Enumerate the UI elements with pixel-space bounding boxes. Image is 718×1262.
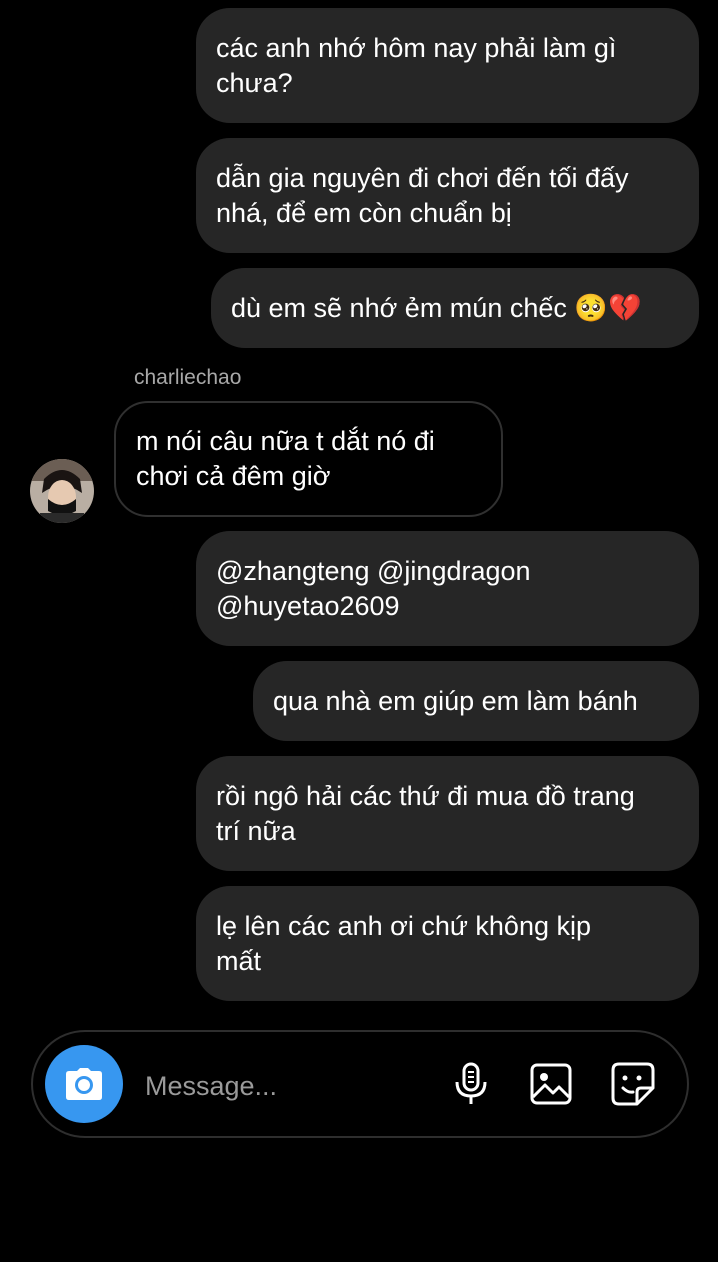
message-input[interactable] <box>145 1068 415 1104</box>
microphone-button[interactable] <box>449 1062 493 1106</box>
sticker-icon <box>611 1062 655 1106</box>
message-bubble[interactable]: dù em sẽ nhớ ẻm mún chếc 🥺💔 <box>211 268 699 348</box>
message-text: qua nhà em giúp em làm bánh <box>273 685 638 716</box>
sender-username: charliechao <box>134 366 242 389</box>
message-bubble[interactable]: các anh nhớ hôm nay phải làm gì chưa? <box>196 8 699 123</box>
message-text: lẹ lên các anh ơi chứ không kịp mất <box>216 910 591 976</box>
message-text: dù em sẽ nhớ ẻm mún chếc 🥺💔 <box>231 292 642 324</box>
message-composer <box>31 1030 689 1138</box>
message-text: các anh nhớ hôm nay phải làm gì chưa? <box>216 32 617 98</box>
message-text: dẫn gia nguyên đi chơi đến tối đấy nhá, … <box>216 162 629 228</box>
message-text: @zhangteng @jingdragon @huyetao2609 <box>216 555 531 621</box>
gallery-button[interactable] <box>529 1062 573 1106</box>
avatar-image <box>30 459 94 523</box>
emoji-pleading-brokenheart: 🥺💔 <box>574 292 642 324</box>
gallery-icon <box>530 1063 572 1105</box>
microphone-icon <box>455 1062 487 1104</box>
message-bubble[interactable]: qua nhà em giúp em làm bánh <box>253 661 699 741</box>
message-bubble[interactable]: dẫn gia nguyên đi chơi đến tối đấy nhá, … <box>196 138 699 253</box>
message-bubble[interactable]: rồi ngô hải các thứ đi mua đồ trang trí … <box>196 756 699 871</box>
message-text: m nói câu nữa t dắt nó đi chơi cả đêm gi… <box>136 426 435 491</box>
camera-icon <box>66 1068 102 1100</box>
message-text: rồi ngô hải các thứ đi mua đồ trang trí … <box>216 780 635 846</box>
message-bubble-incoming[interactable]: m nói câu nữa t dắt nó đi chơi cả đêm gi… <box>114 401 503 517</box>
message-bubble[interactable]: lẹ lên các anh ơi chứ không kịp mất <box>196 886 699 1001</box>
message-bubble[interactable]: @zhangteng @jingdragon @huyetao2609 <box>196 531 699 646</box>
sticker-button[interactable] <box>611 1062 655 1106</box>
avatar[interactable] <box>30 459 94 523</box>
camera-button[interactable] <box>45 1045 123 1123</box>
